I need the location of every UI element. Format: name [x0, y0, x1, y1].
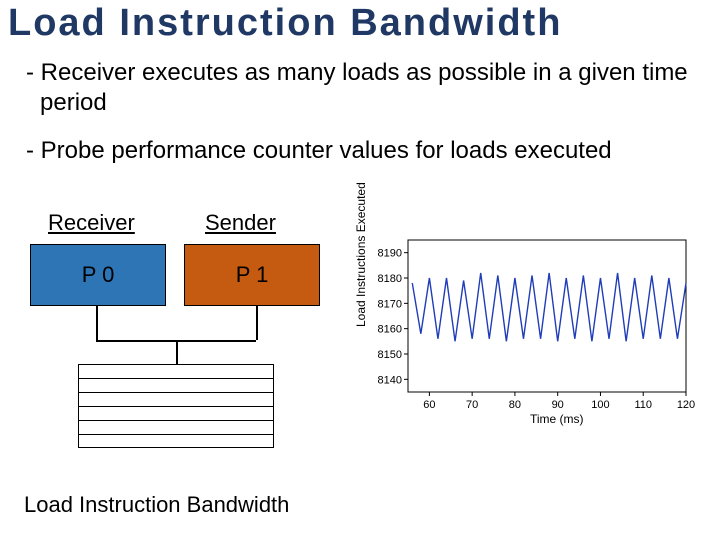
chart-svg: 8140 8150 8160 8170 8180 8190 60 70 80 90 100 110 1… [360, 232, 695, 422]
svg-text:8180: 8180 [378, 273, 402, 285]
chart-xlabel: Time (ms) [530, 412, 584, 426]
processor-p0-box: P 0 [30, 244, 166, 306]
svg-text:60: 60 [423, 399, 435, 411]
svg-text:70: 70 [466, 399, 478, 411]
chart-ylabel: Load Instructions Executed [354, 182, 368, 327]
svg-text:8160: 8160 [378, 324, 402, 336]
svg-text:90: 90 [552, 399, 564, 411]
svg-text:120: 120 [677, 399, 695, 411]
svg-text:80: 80 [509, 399, 521, 411]
slide-title: Load Instruction Bandwidth [0, 0, 720, 44]
svg-text:100: 100 [591, 399, 609, 411]
svg-text:8170: 8170 [378, 298, 402, 310]
bullet-2: - Probe performance counter values for l… [26, 136, 694, 166]
shared-memory-block [78, 364, 274, 448]
svg-text:8140: 8140 [378, 374, 402, 386]
svg-text:8190: 8190 [378, 248, 402, 260]
bus-line [256, 306, 258, 340]
sender-label: Sender [205, 210, 276, 236]
svg-text:110: 110 [634, 399, 652, 411]
bus-line [176, 340, 178, 364]
slide-caption: Load Instruction Bandwidth [24, 492, 289, 518]
receiver-label: Receiver [48, 210, 135, 236]
load-bandwidth-chart: Load Instructions Executed Time (ms) 814… [360, 232, 695, 422]
architecture-diagram: Receiver Sender P 0 P 1 [30, 210, 340, 450]
bullet-1: - Receiver executes as many loads as pos… [26, 58, 694, 118]
processor-p1-box: P 1 [184, 244, 320, 306]
svg-text:8150: 8150 [378, 349, 402, 361]
bullet-list: - Receiver executes as many loads as pos… [0, 44, 720, 166]
bus-line [96, 306, 98, 340]
